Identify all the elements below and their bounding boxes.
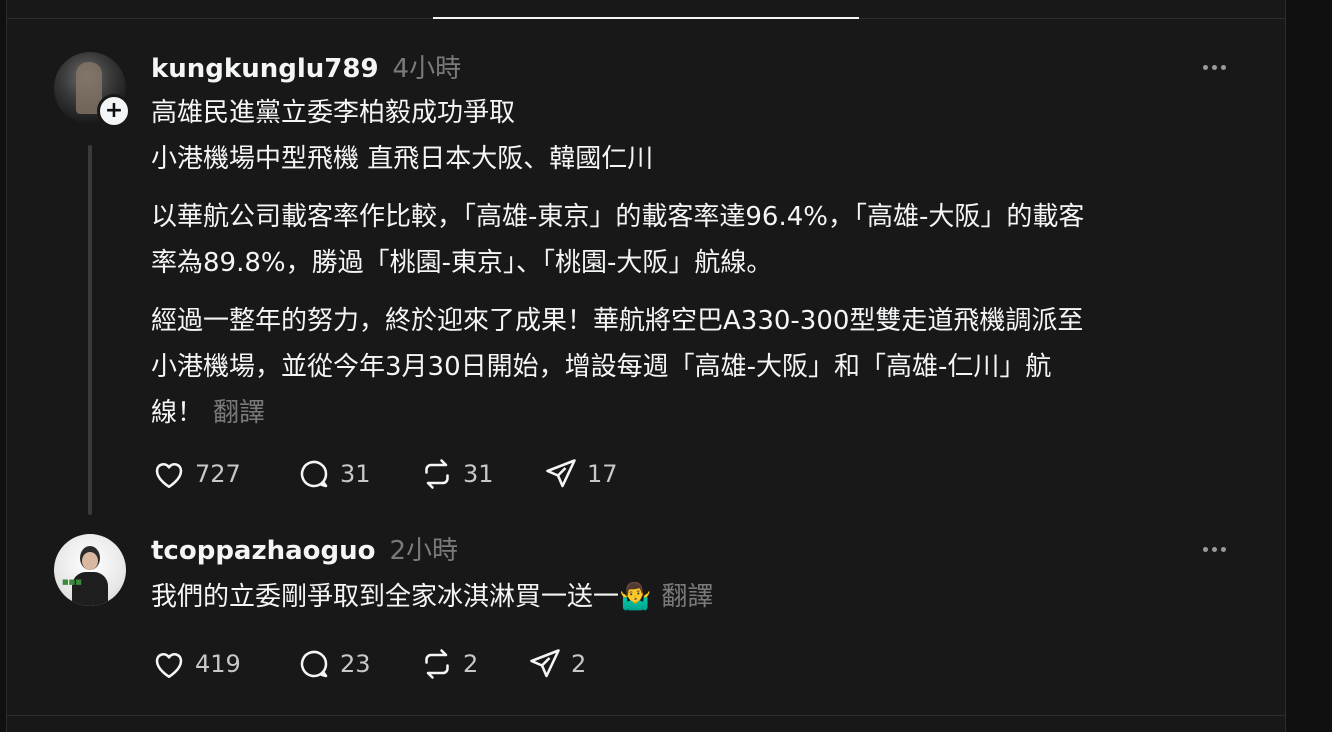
repost-count: 2 xyxy=(463,650,479,678)
timestamp[interactable]: 2小時 xyxy=(390,530,459,567)
post-text: 以華航公司載客率作比較，「高雄-東京」的載客率達96.4%，「高雄-大阪」的載客… xyxy=(151,202,1085,278)
repost-icon xyxy=(425,459,449,489)
post-text-body: 我們的立委剛爭取到全家冰淇淋買一送一🤷‍♂️ xyxy=(151,582,652,612)
more-icon[interactable] xyxy=(1203,62,1226,72)
like-button[interactable]: 419 xyxy=(151,646,296,682)
active-tab-indicator xyxy=(433,17,859,19)
username[interactable]: tcoppazhaoguo xyxy=(151,536,376,566)
translate-link[interactable]: 翻譯 xyxy=(661,582,713,612)
reply-button[interactable]: 23 xyxy=(296,646,419,682)
post-text: 經過一整年的努力，終於迎來了成果！華航將空巴A330-300型雙走道飛機調派至 … xyxy=(151,298,1083,436)
reply-count: 23 xyxy=(340,650,371,678)
reply-count: 31 xyxy=(340,460,371,488)
like-count: 419 xyxy=(195,650,241,678)
like-count: 727 xyxy=(195,460,241,488)
timestamp[interactable]: 4小時 xyxy=(393,48,462,85)
avatar[interactable]: ■■■ xyxy=(54,534,126,606)
repost-button[interactable]: 31 xyxy=(419,456,543,492)
repost-button[interactable]: 2 xyxy=(419,646,527,682)
thread-connector-line xyxy=(88,145,92,515)
post-text: 我們的立委剛爭取到全家冰淇淋買一送一🤷‍♂️ 翻譯 xyxy=(151,574,713,620)
share-count: 2 xyxy=(571,650,587,678)
thread-feed: + kungkunglu789 4小時 高雄民進黨立委李柏毅成功爭取 小港機場中… xyxy=(6,0,1286,732)
username[interactable]: kungkunglu789 xyxy=(151,54,379,84)
action-bar: 727 31 31 17 xyxy=(151,456,618,492)
share-count: 17 xyxy=(587,460,618,488)
post-text-body: 經過一整年的努力，終於迎來了成果！華航將空巴A330-300型雙走道飛機調派至 … xyxy=(151,306,1084,428)
post-header: kungkunglu789 4小時 xyxy=(151,48,461,85)
send-icon xyxy=(546,459,576,488)
repost-count: 31 xyxy=(463,460,494,488)
post-header: tcoppazhaoguo 2小時 xyxy=(151,530,458,567)
action-bar: 419 23 2 2 xyxy=(151,646,586,682)
plus-icon[interactable]: + xyxy=(97,94,131,128)
send-icon xyxy=(530,649,560,678)
heart-icon xyxy=(155,462,183,489)
like-button[interactable]: 727 xyxy=(151,456,296,492)
comment-icon xyxy=(300,460,328,488)
post-text: 高雄民進黨立委李柏毅成功爭取 小港機場中型飛機 直飛日本大阪、韓國仁川 xyxy=(151,98,654,174)
more-icon[interactable] xyxy=(1203,544,1226,554)
divider xyxy=(7,715,1285,716)
reply-button[interactable]: 31 xyxy=(296,456,419,492)
heart-icon xyxy=(155,652,183,679)
share-button[interactable]: 17 xyxy=(543,456,618,492)
comment-icon xyxy=(300,650,328,678)
share-button[interactable]: 2 xyxy=(527,646,586,682)
translate-link[interactable]: 翻譯 xyxy=(213,398,265,428)
repost-icon xyxy=(425,649,449,679)
